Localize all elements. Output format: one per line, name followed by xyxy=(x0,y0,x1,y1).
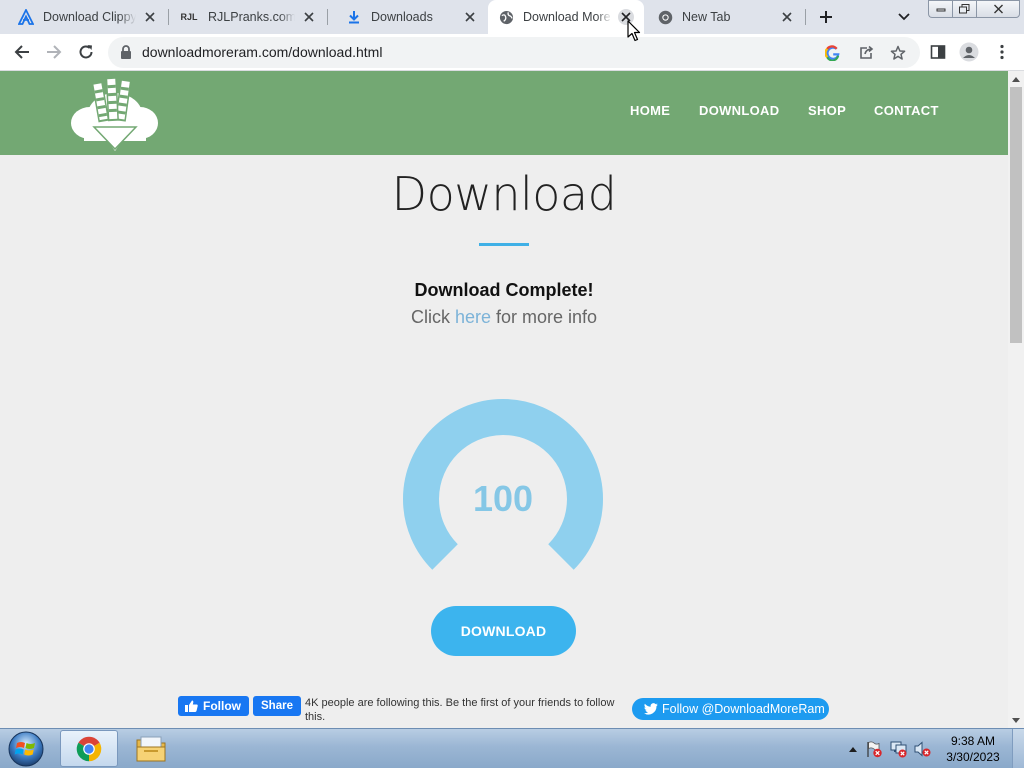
restore-icon xyxy=(959,4,970,14)
folder-icon xyxy=(136,736,166,761)
forward-arrow-icon xyxy=(47,45,62,59)
network-disconnected-icon[interactable] xyxy=(890,740,908,758)
clippy-a-icon xyxy=(18,9,34,25)
reload-icon xyxy=(79,45,93,59)
facebook-share-button[interactable]: Share xyxy=(253,696,301,716)
twitter-bird-icon xyxy=(644,703,658,715)
scroll-thumb[interactable] xyxy=(1010,87,1022,343)
google-lens-icon[interactable] xyxy=(823,43,843,63)
site-header: HOME DOWNLOAD SHOP CONTACT xyxy=(0,71,1008,155)
lock-icon xyxy=(120,45,132,59)
url-text: downloadmoreram.com/download.html xyxy=(142,44,383,60)
scroll-down-arrow-icon[interactable] xyxy=(1011,715,1021,725)
close-icon[interactable] xyxy=(301,9,317,25)
tab-divider xyxy=(805,9,806,25)
nav-shop[interactable]: SHOP xyxy=(808,103,846,118)
gauge-value: 100 xyxy=(472,478,534,519)
forward-button[interactable] xyxy=(42,40,66,64)
rjl-logo-icon: RJL xyxy=(180,12,198,22)
nav-contact[interactable]: CONTACT xyxy=(874,103,939,118)
vertical-scrollbar[interactable] xyxy=(1008,71,1024,728)
tab-download-clippy[interactable]: Download Clippy xyxy=(0,0,168,34)
download-status-heading: Download Complete! xyxy=(414,280,594,300)
system-clock[interactable]: 9:38 AM 3/30/2023 xyxy=(940,733,1006,765)
restore-button[interactable] xyxy=(952,0,976,18)
minimize-button[interactable] xyxy=(928,0,952,18)
tab-strip: Download Clippy RJL RJLPranks.com - C Do… xyxy=(0,0,1024,34)
show-hidden-icons-arrow-icon[interactable] xyxy=(844,740,862,758)
window-controls xyxy=(928,0,1020,18)
minimize-icon xyxy=(936,8,945,12)
close-icon[interactable] xyxy=(779,9,795,25)
chrome-icon xyxy=(76,736,102,761)
taskbar-file-explorer[interactable] xyxy=(122,730,180,767)
twitter-follow-button[interactable]: Follow @DownloadMoreRam xyxy=(632,698,829,720)
more-info-suffix: for more info xyxy=(490,307,598,327)
close-icon xyxy=(993,4,1003,14)
tab-search-button[interactable] xyxy=(894,8,914,26)
title-divider xyxy=(479,243,529,246)
taskbar-chrome[interactable] xyxy=(60,730,118,767)
share-icon[interactable] xyxy=(856,43,876,63)
kebab-menu-icon[interactable] xyxy=(991,41,1013,63)
more-info-prefix: Click xyxy=(410,307,455,327)
side-panel-icon[interactable] xyxy=(927,41,949,63)
facebook-follow-label: Follow xyxy=(203,699,241,713)
page-viewport: HOME DOWNLOAD SHOP CONTACT Download Down… xyxy=(0,71,1008,728)
mouse-cursor-icon xyxy=(627,20,641,42)
back-arrow-icon xyxy=(14,45,29,59)
clock-time: 9:38 AM xyxy=(950,734,996,748)
close-icon[interactable] xyxy=(142,9,158,25)
nav-home[interactable]: HOME xyxy=(630,103,670,118)
profile-avatar-icon[interactable] xyxy=(958,41,980,63)
new-tab-button[interactable] xyxy=(814,6,838,28)
tab-download-more-ram[interactable]: Download More R xyxy=(488,0,644,34)
download-button[interactable]: DOWNLOAD xyxy=(431,606,576,656)
reload-button[interactable] xyxy=(74,40,98,64)
chrome-icon xyxy=(657,9,673,25)
plus-icon xyxy=(820,11,832,23)
thumbs-up-icon xyxy=(185,700,198,712)
tab-title: Download Clippy xyxy=(43,10,136,24)
download-more-ram-logo[interactable] xyxy=(70,77,160,153)
address-bar[interactable]: downloadmoreram.com/download.html xyxy=(108,37,920,68)
nav-download[interactable]: DOWNLOAD xyxy=(699,103,779,118)
tab-downloads[interactable]: Downloads xyxy=(328,0,488,34)
tab-title: Downloads xyxy=(371,10,433,24)
more-info-line: Click here for more info xyxy=(0,307,1008,328)
taskbar: 9:38 AM 3/30/2023 xyxy=(0,728,1024,768)
windows-orb-icon xyxy=(8,731,44,767)
facebook-follower-text: 4K people are following this. Be the fir… xyxy=(305,697,615,723)
chevron-down-icon xyxy=(898,13,910,21)
tab-title: New Tab xyxy=(682,10,731,24)
browser-toolbar: downloadmoreram.com/download.html xyxy=(0,34,1024,71)
twitter-follow-label: Follow @DownloadMoreRam xyxy=(662,702,825,716)
back-button[interactable] xyxy=(10,40,34,64)
scroll-up-arrow-icon[interactable] xyxy=(1011,74,1021,84)
close-icon[interactable] xyxy=(462,9,478,25)
volume-muted-icon[interactable] xyxy=(914,740,932,758)
window-close-button[interactable] xyxy=(976,0,1020,18)
page-title: Download xyxy=(391,167,617,221)
more-info-link[interactable]: here xyxy=(455,307,491,327)
clock-date: 3/30/2023 xyxy=(946,750,1000,764)
download-arrow-icon xyxy=(346,9,362,25)
tab-rjlpranks[interactable]: RJL RJLPranks.com - C xyxy=(169,0,327,34)
facebook-follow-button[interactable]: Follow xyxy=(178,696,249,716)
tab-title: RJLPranks.com - C xyxy=(208,10,295,24)
globe-icon xyxy=(498,9,514,25)
start-button[interactable] xyxy=(4,730,48,768)
show-desktop-button[interactable] xyxy=(1012,729,1024,768)
tab-title: Download More R xyxy=(523,10,612,24)
tab-new-tab[interactable]: New Tab xyxy=(645,0,805,34)
action-center-flag-icon[interactable] xyxy=(865,740,883,758)
bookmark-star-icon[interactable] xyxy=(888,43,908,63)
